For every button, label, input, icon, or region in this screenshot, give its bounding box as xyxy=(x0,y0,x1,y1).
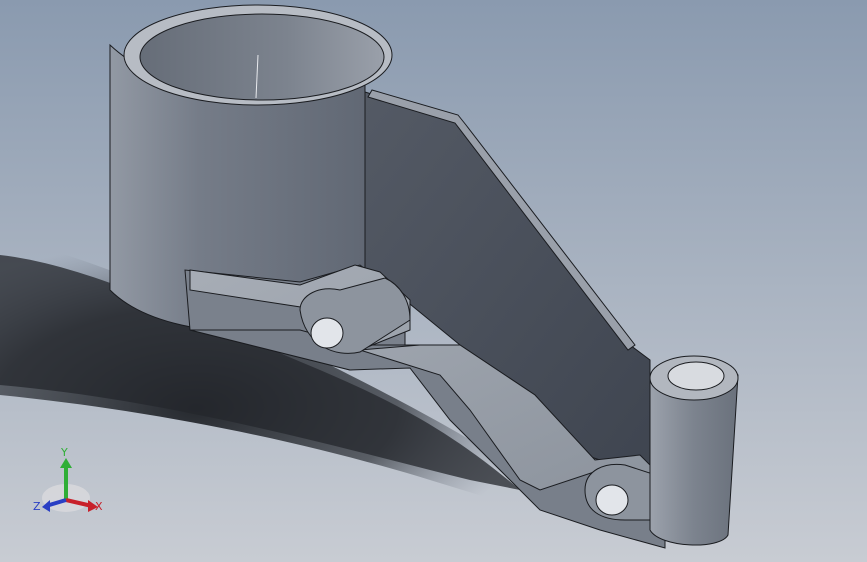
main-cylinder-bore xyxy=(139,13,385,101)
small-boss-bore xyxy=(667,361,725,391)
left-lug-hole xyxy=(310,317,344,349)
triad-x-label: X xyxy=(95,500,103,513)
small-boss-body xyxy=(649,374,739,546)
triad-z-label: Z xyxy=(33,500,41,513)
graphics-viewport[interactable]: Y X Z xyxy=(0,0,867,562)
right-lug-hole xyxy=(595,484,629,516)
triad-y-label: Y xyxy=(60,446,68,459)
